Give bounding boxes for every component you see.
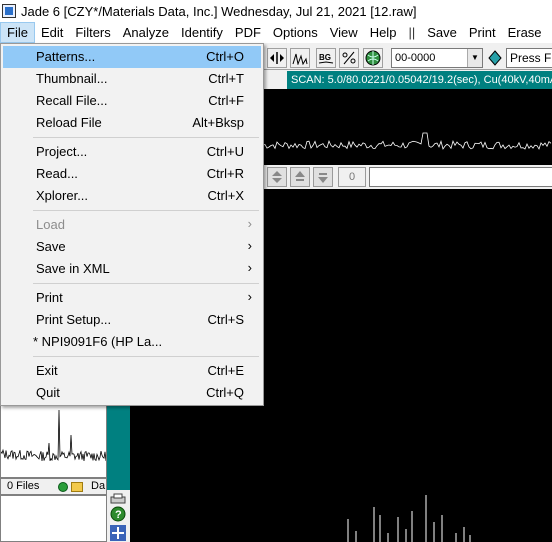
menu-item-exit[interactable]: Exit Ctrl+E	[3, 360, 261, 382]
menu-identify[interactable]: Identify	[175, 22, 229, 43]
command-input[interactable]	[369, 167, 552, 187]
jade-window: Jade 6 [CZY*/Materials Data, Inc.] Wedne…	[0, 0, 552, 542]
menu-save[interactable]: Save	[421, 22, 463, 43]
menu-item-thumbnail[interactable]: Thumbnail... Ctrl+T	[3, 68, 261, 90]
peak-marker-icon[interactable]	[267, 48, 287, 68]
menu-edit[interactable]: Edit	[35, 22, 69, 43]
menu-item-xplorer[interactable]: Xplorer... Ctrl+X	[3, 185, 261, 207]
title-bar: Jade 6 [CZY*/Materials Data, Inc.] Wedne…	[0, 0, 552, 22]
menu-item-save[interactable]: Save ›	[3, 236, 261, 258]
menu-analyze[interactable]: Analyze	[117, 22, 175, 43]
menu-item-recall-file[interactable]: Recall File... Ctrl+F	[3, 90, 261, 112]
globe-icon[interactable]	[363, 48, 383, 68]
menu-pdf[interactable]: PDF	[229, 22, 267, 43]
menu-view[interactable]: View	[324, 22, 364, 43]
menu-item-read[interactable]: Read... Ctrl+R	[3, 163, 261, 185]
folder-icon[interactable]	[71, 482, 83, 492]
scan-header: SCAN: 5.0/80.0221/0.05042/19.2(sec), Cu(…	[287, 71, 552, 89]
help-status-box: Press F1	[506, 48, 552, 68]
overview-plot[interactable]	[263, 89, 552, 165]
up-arrow-icon[interactable]	[290, 167, 310, 187]
updown-arrows-icon[interactable]	[267, 167, 287, 187]
chevron-right-icon: ›	[247, 216, 252, 231]
file-count: 0 Files	[7, 480, 40, 492]
peaks-icon[interactable]	[290, 48, 310, 68]
green-dot-icon[interactable]	[58, 482, 68, 492]
chevron-right-icon: ›	[247, 238, 252, 253]
menu-item-save-in-xml[interactable]: Save in XML ›	[3, 258, 261, 280]
menu-print[interactable]: Print	[463, 22, 502, 43]
printer-icon[interactable]	[109, 491, 127, 507]
offset-value[interactable]: 0	[338, 167, 366, 187]
menu-item-reload-file[interactable]: Reload File Alt+Bksp	[3, 112, 261, 134]
chevron-right-icon: ›	[247, 289, 252, 304]
jade-app-icon	[2, 4, 16, 18]
menu-item-printer[interactable]: * NPI9091F6 (HP La...	[3, 331, 261, 353]
menu-divider	[33, 137, 259, 138]
thumbnail-trace-line	[1, 409, 106, 462]
help-icon[interactable]: ?	[109, 506, 127, 522]
data-tab[interactable]: Da	[91, 479, 105, 494]
menu-separator: ||	[408, 25, 416, 40]
diamond-arrow-icon[interactable]	[485, 48, 505, 68]
overview-trace-line	[263, 132, 552, 150]
menu-divider	[33, 210, 259, 211]
menu-divider	[33, 356, 259, 357]
file-menu-dropdown: Patterns... Ctrl+O Thumbnail... Ctrl+T R…	[0, 43, 264, 406]
help-text: Press F1	[510, 51, 552, 65]
files-bar: 0 Files Da	[0, 478, 107, 495]
thumbnail-plot[interactable]	[0, 404, 107, 478]
menu-item-quit[interactable]: Quit Ctrl+Q	[3, 382, 261, 404]
menu-filters[interactable]: Filters	[69, 22, 116, 43]
menu-file[interactable]: File	[0, 22, 35, 43]
bg-icon[interactable]: BG	[316, 48, 336, 68]
menu-item-load: Load ›	[36, 216, 252, 232]
svg-text:BG: BG	[319, 53, 331, 62]
chevron-right-icon: ›	[247, 260, 252, 275]
thumbnail-trace	[1, 409, 106, 462]
menu-item-print-setup[interactable]: Print Setup... Ctrl+S	[3, 309, 261, 331]
teal-divider	[107, 404, 130, 490]
svg-text:?: ?	[115, 509, 122, 521]
menu-bar: File Edit Filters Analyze Identify PDF O…	[0, 22, 552, 43]
window-title: Jade 6 [CZY*/Materials Data, Inc.] Wedne…	[21, 3, 417, 19]
scan-info-text: SCAN: 5.0/80.0221/0.05042/19.2(sec), Cu(…	[291, 74, 552, 86]
side-icon-bar: ?	[107, 490, 130, 542]
move-icon[interactable]	[109, 525, 127, 541]
menu-item-project[interactable]: Project... Ctrl+U	[3, 141, 261, 163]
percent-icon[interactable]	[339, 48, 359, 68]
down-arrow-icon[interactable]	[313, 167, 333, 187]
secondary-toolbar: 0	[263, 165, 552, 189]
menu-erase[interactable]: Erase	[502, 22, 548, 43]
menu-item-patterns[interactable]: Patterns... Ctrl+O	[3, 46, 261, 68]
pdf-number-combo[interactable]: 00-0000 ▼	[391, 48, 483, 68]
menu-divider	[33, 283, 259, 284]
pdf-number-value: 00-0000	[395, 52, 436, 64]
chevron-down-icon[interactable]: ▼	[467, 49, 482, 67]
menu-item-print[interactable]: Print ›	[3, 287, 261, 309]
file-list[interactable]	[0, 495, 107, 542]
menu-help[interactable]: Help	[364, 22, 403, 43]
overview-trace	[263, 132, 552, 150]
main-toolbar: BG 00-0000 ▼ Press F1	[263, 45, 552, 70]
menu-options[interactable]: Options	[267, 22, 324, 43]
